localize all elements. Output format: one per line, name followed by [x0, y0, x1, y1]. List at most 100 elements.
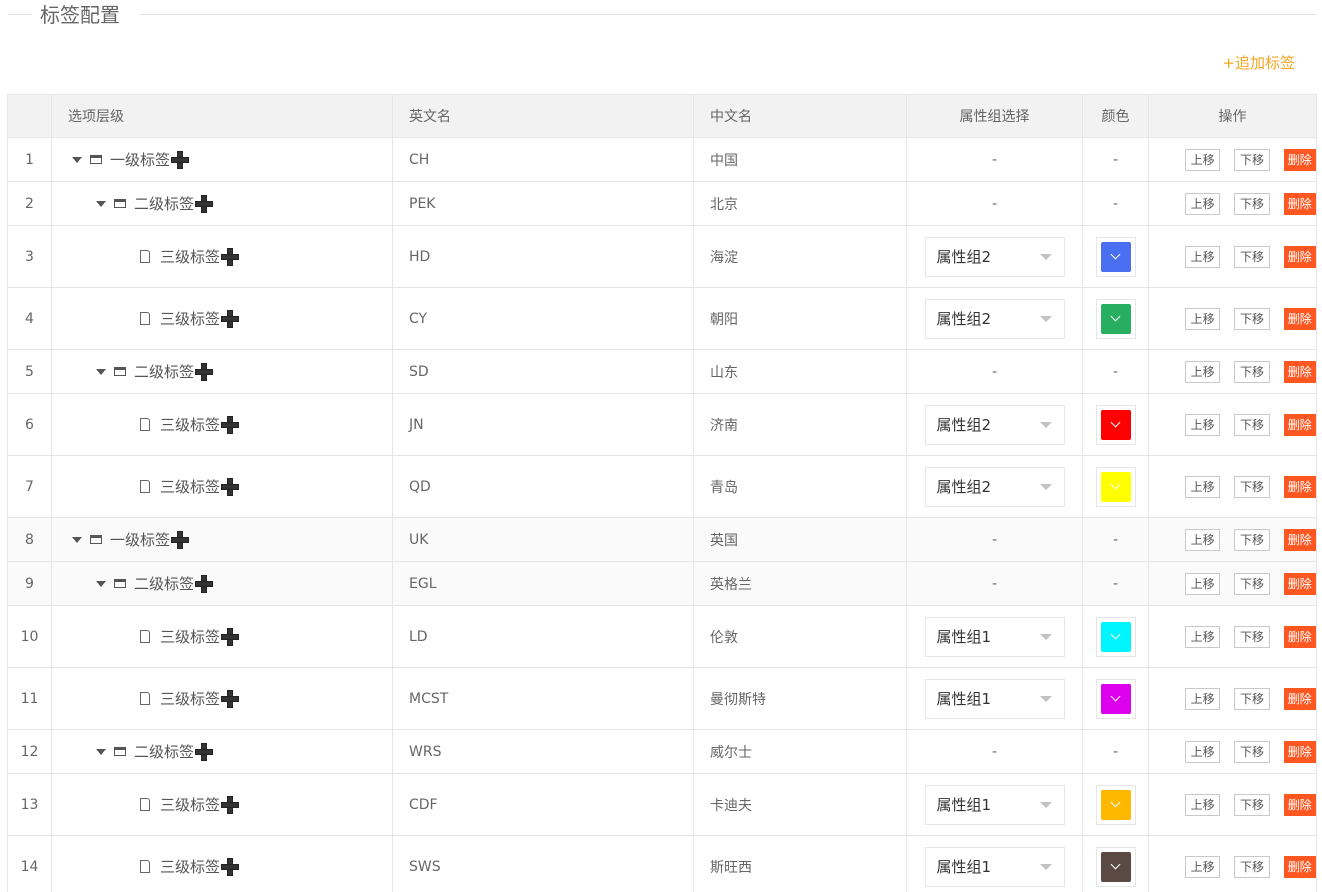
- add-label-link[interactable]: +追加标签: [1222, 52, 1295, 73]
- plus-icon[interactable]: [171, 530, 190, 549]
- move-up-button[interactable]: 上移: [1185, 855, 1221, 878]
- plus-icon[interactable]: [171, 150, 190, 169]
- tree-node: 三级标签: [52, 606, 392, 667]
- delete-button[interactable]: 删除: [1283, 625, 1317, 648]
- delete-button[interactable]: 删除: [1283, 572, 1317, 595]
- color-picker[interactable]: [1095, 784, 1136, 825]
- en-name-cell: CDF: [392, 773, 694, 836]
- plus-icon[interactable]: [195, 742, 214, 761]
- delete-button[interactable]: 删除: [1283, 245, 1317, 268]
- move-down-button[interactable]: 下移: [1234, 475, 1270, 498]
- delete-button[interactable]: 删除: [1283, 475, 1317, 498]
- plus-icon[interactable]: [221, 309, 240, 328]
- caret-down-icon[interactable]: [96, 580, 106, 587]
- folder-icon: [114, 747, 126, 756]
- move-up-button[interactable]: 上移: [1185, 793, 1221, 816]
- plus-icon[interactable]: [221, 689, 240, 708]
- delete-button[interactable]: 删除: [1283, 360, 1317, 383]
- color-picker[interactable]: [1095, 616, 1136, 657]
- move-down-button[interactable]: 下移: [1234, 360, 1270, 383]
- attr-group-select[interactable]: 属性组1: [924, 678, 1065, 719]
- move-up-button[interactable]: 上移: [1185, 413, 1221, 436]
- move-up-button[interactable]: 上移: [1185, 625, 1221, 648]
- move-down-button[interactable]: 下移: [1234, 740, 1270, 763]
- plus-icon[interactable]: [221, 627, 240, 646]
- caret-down-icon[interactable]: [96, 748, 106, 755]
- color-cell: [1082, 455, 1149, 518]
- attr-group-select[interactable]: 属性组2: [924, 404, 1065, 445]
- move-up-button[interactable]: 上移: [1185, 245, 1221, 268]
- move-down-button[interactable]: 下移: [1234, 192, 1270, 215]
- en-name-cell: MCST: [392, 667, 694, 730]
- table-row: 7 三级标签 QD 青岛 属性组2 上移 下移 删除: [7, 455, 1317, 518]
- dropdown-arrow-icon: [1039, 633, 1052, 640]
- tree-node: 三级标签: [52, 226, 392, 287]
- row-actions: 上移 下移 删除: [1149, 572, 1317, 595]
- plus-icon[interactable]: [221, 247, 240, 266]
- chevron-down-icon: [1110, 691, 1121, 702]
- color-picker[interactable]: [1095, 466, 1136, 507]
- plus-icon[interactable]: [195, 362, 214, 381]
- move-up-button[interactable]: 上移: [1185, 572, 1221, 595]
- delete-button[interactable]: 删除: [1283, 307, 1317, 330]
- tree-node: 二级标签: [52, 730, 392, 773]
- move-down-button[interactable]: 下移: [1234, 307, 1270, 330]
- move-down-button[interactable]: 下移: [1234, 245, 1270, 268]
- delete-button[interactable]: 删除: [1283, 740, 1317, 763]
- delete-button[interactable]: 删除: [1283, 855, 1317, 878]
- attr-group-select[interactable]: 属性组2: [924, 298, 1065, 339]
- caret-down-icon[interactable]: [96, 200, 106, 207]
- move-down-button[interactable]: 下移: [1234, 793, 1270, 816]
- move-down-button[interactable]: 下移: [1234, 528, 1270, 551]
- delete-button[interactable]: 删除: [1283, 687, 1317, 710]
- caret-down-icon[interactable]: [96, 368, 106, 375]
- move-down-button[interactable]: 下移: [1234, 855, 1270, 878]
- attr-group-select[interactable]: 属性组2: [924, 466, 1065, 507]
- plus-icon[interactable]: [221, 857, 240, 876]
- plus-icon[interactable]: [221, 477, 240, 496]
- plus-icon[interactable]: [221, 415, 240, 434]
- color-picker[interactable]: [1095, 404, 1136, 445]
- color-picker[interactable]: [1095, 298, 1136, 339]
- attr-group-select[interactable]: 属性组1: [924, 784, 1065, 825]
- delete-button[interactable]: 删除: [1283, 192, 1317, 215]
- attr-group-select[interactable]: 属性组2: [924, 236, 1065, 277]
- row-number: 9: [7, 561, 52, 606]
- color-picker[interactable]: [1095, 678, 1136, 719]
- move-up-button[interactable]: 上移: [1185, 307, 1221, 330]
- color-picker[interactable]: [1095, 236, 1136, 277]
- move-down-button[interactable]: 下移: [1234, 687, 1270, 710]
- color-cell: [1082, 393, 1149, 456]
- file-icon: [140, 312, 150, 325]
- row-number: 11: [7, 667, 52, 730]
- attr-group-select[interactable]: 属性组1: [924, 846, 1065, 887]
- move-up-button[interactable]: 上移: [1185, 192, 1221, 215]
- cn-name-cell: 中国: [693, 137, 907, 182]
- move-up-button[interactable]: 上移: [1185, 528, 1221, 551]
- move-down-button[interactable]: 下移: [1234, 413, 1270, 436]
- move-down-button[interactable]: 下移: [1234, 625, 1270, 648]
- color-picker[interactable]: [1095, 846, 1136, 887]
- move-up-button[interactable]: 上移: [1185, 740, 1221, 763]
- move-up-button[interactable]: 上移: [1185, 475, 1221, 498]
- plus-icon[interactable]: [195, 574, 214, 593]
- cn-name-cell: 朝阳: [693, 287, 907, 350]
- move-up-button[interactable]: 上移: [1185, 148, 1221, 171]
- level-label: 二级标签: [134, 195, 195, 213]
- caret-down-icon[interactable]: [72, 536, 82, 543]
- attr-group-select[interactable]: 属性组1: [924, 616, 1065, 657]
- attr-cell: 属性组1: [906, 835, 1083, 892]
- delete-button[interactable]: 删除: [1283, 413, 1317, 436]
- plus-icon[interactable]: [221, 795, 240, 814]
- caret-down-icon[interactable]: [72, 156, 82, 163]
- move-up-button[interactable]: 上移: [1185, 687, 1221, 710]
- move-down-button[interactable]: 下移: [1234, 572, 1270, 595]
- attr-group-value: 属性组1: [936, 796, 992, 814]
- move-down-button[interactable]: 下移: [1234, 148, 1270, 171]
- move-up-button[interactable]: 上移: [1185, 360, 1221, 383]
- delete-button[interactable]: 删除: [1283, 528, 1317, 551]
- plus-icon[interactable]: [195, 194, 214, 213]
- delete-button[interactable]: 删除: [1283, 793, 1317, 816]
- delete-button[interactable]: 删除: [1283, 148, 1317, 171]
- en-name-cell: LD: [392, 605, 694, 668]
